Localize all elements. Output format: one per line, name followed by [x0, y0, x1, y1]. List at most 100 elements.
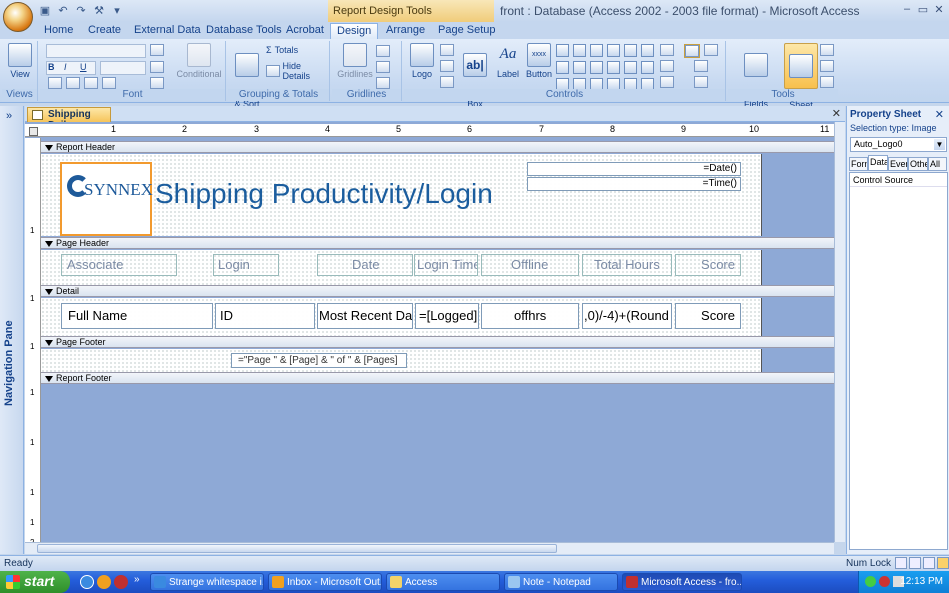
toggle-icon[interactable]: [590, 44, 603, 57]
chart-icon[interactable]: [624, 44, 637, 57]
font-color-button[interactable]: [150, 44, 164, 56]
tab-create[interactable]: Create: [82, 23, 127, 39]
rectangle-icon[interactable]: [573, 61, 586, 74]
property-row-control-source[interactable]: Control Source: [850, 173, 947, 187]
field-id[interactable]: ID: [215, 303, 315, 329]
format-painter-button[interactable]: [102, 77, 116, 89]
start-button[interactable]: start: [0, 571, 70, 593]
task-access-folder[interactable]: Access: [386, 573, 500, 591]
italic-button[interactable]: I: [64, 62, 67, 72]
task-inbox[interactable]: Inbox - Microsoft Out...: [268, 573, 382, 591]
report-header-area[interactable]: SYNNEX Shipping Productivity/Login =Date…: [41, 154, 762, 236]
label-total-hours[interactable]: Total Hours: [582, 254, 672, 276]
tab-acrobat[interactable]: Acrobat: [280, 23, 330, 39]
align-right-button[interactable]: [84, 77, 98, 89]
label-button[interactable]: Aa Label: [494, 43, 522, 79]
save-icon[interactable]: ▣: [38, 4, 52, 18]
font-name-combo[interactable]: [46, 44, 146, 58]
line-color-grid-button[interactable]: [376, 77, 390, 89]
date-time-button[interactable]: [440, 76, 454, 88]
gridlines-button[interactable]: Gridlines: [336, 43, 374, 79]
field-logged[interactable]: =[Logged]: [415, 303, 479, 329]
pointer-button[interactable]: [704, 44, 718, 56]
horizontal-scrollbar[interactable]: [25, 542, 834, 554]
task-microsoft-access[interactable]: Microsoft Access - fro...: [622, 573, 742, 591]
property-sheet-button[interactable]: Property Sheet: [784, 43, 819, 110]
view-code-button[interactable]: [820, 60, 834, 72]
navigation-pane[interactable]: » Navigation Pane: [0, 106, 24, 554]
label-login[interactable]: Login: [213, 254, 279, 276]
time-textbox[interactable]: =Time(): [527, 177, 741, 191]
task-notepad[interactable]: Note - Notepad: [504, 573, 618, 591]
totals-button[interactable]: Σ Totals: [266, 45, 298, 55]
activex-button[interactable]: [694, 76, 708, 88]
page-footer-area[interactable]: ="Page " & [Page] & " of " & [Pages]: [41, 349, 762, 372]
label-login-time[interactable]: Login Time: [414, 254, 478, 276]
office-button[interactable]: [3, 2, 33, 32]
tab-event[interactable]: Ever: [888, 157, 908, 171]
select-objects-button[interactable]: [684, 44, 700, 58]
hyperlink-icon[interactable]: [641, 61, 654, 74]
line-color-button[interactable]: [150, 77, 164, 89]
tab-control-icon[interactable]: [607, 44, 620, 57]
report-view-icon[interactable]: [895, 557, 907, 569]
list-box-icon[interactable]: [556, 61, 569, 74]
tab-all[interactable]: All: [928, 157, 947, 171]
image-icon[interactable]: [624, 61, 637, 74]
design-view-icon[interactable]: [937, 557, 949, 569]
undo-icon[interactable]: ↶: [56, 4, 70, 18]
hide-details-button[interactable]: Hide Details: [266, 61, 329, 81]
horizontal-scroll-thumb[interactable]: [37, 544, 557, 553]
object-selector[interactable]: Auto_Logo0 ▼: [850, 137, 947, 152]
security-icon[interactable]: [879, 576, 890, 587]
report-title[interactable]: Shipping Productivity/Login: [155, 178, 493, 210]
align-left-button[interactable]: [48, 77, 62, 89]
redo-icon[interactable]: ↷: [74, 4, 88, 18]
ruler-corner[interactable]: [29, 127, 38, 136]
document-close-icon[interactable]: ✕: [832, 107, 841, 120]
tab-format[interactable]: Forn: [849, 157, 868, 171]
subreport-icon[interactable]: [641, 44, 654, 57]
section-detail[interactable]: Detail: [41, 285, 834, 297]
property-sheet-close-icon[interactable]: ✕: [935, 108, 944, 121]
tab-external-data[interactable]: External Data: [128, 23, 207, 39]
logo-image[interactable]: SYNNEX: [60, 162, 153, 236]
tab-page-setup[interactable]: Page Setup: [432, 23, 502, 39]
control-wizards-button[interactable]: [694, 60, 708, 72]
detail-area[interactable]: Full Name ID Most Recent Dat =[Logged] o…: [41, 298, 762, 336]
field-most-recent-date[interactable]: Most Recent Dat: [317, 303, 413, 329]
section-page-header[interactable]: Page Header: [41, 237, 834, 249]
combo-box-icon[interactable]: [556, 44, 569, 57]
label-score[interactable]: Score: [675, 254, 741, 276]
field-score[interactable]: Score: [675, 303, 741, 329]
page-header-area[interactable]: Associate Login Date Login Time Offline …: [41, 250, 762, 285]
line-type-ctl-button[interactable]: [660, 60, 674, 72]
nav-expand-icon[interactable]: »: [6, 110, 12, 122]
ie-icon[interactable]: [80, 575, 94, 589]
align-center-button[interactable]: [66, 77, 80, 89]
code-button[interactable]: [820, 44, 834, 56]
chevron-down-icon[interactable]: ▼: [934, 139, 945, 150]
field-offhrs[interactable]: offhrs: [481, 303, 579, 329]
network-icon[interactable]: [865, 576, 876, 587]
tab-arrange[interactable]: Arrange: [380, 23, 431, 39]
line-thickness-button[interactable]: [376, 45, 390, 57]
tools-icon[interactable]: ⚒: [92, 4, 106, 18]
page-numbers-button[interactable]: [440, 60, 454, 72]
tab-data[interactable]: Data: [868, 155, 888, 171]
unbound-frame-icon[interactable]: [607, 61, 620, 74]
date-textbox[interactable]: =Date(): [527, 162, 741, 176]
tab-other[interactable]: Othe: [908, 157, 928, 171]
line-color-ctl-button[interactable]: [660, 76, 674, 88]
label-offline[interactable]: Offline: [481, 254, 579, 276]
section-page-footer[interactable]: Page Footer: [41, 336, 834, 348]
line-icon[interactable]: [573, 44, 586, 57]
label-associate[interactable]: Associate: [61, 254, 177, 276]
tab-database-tools[interactable]: Database Tools: [200, 23, 288, 39]
field-total-hours-expr[interactable]: ,0)/-4)+(Round: [582, 303, 672, 329]
tab-design[interactable]: Design: [330, 23, 379, 39]
line-thickness-ctl-button[interactable]: [660, 44, 674, 56]
section-report-header[interactable]: Report Header: [41, 141, 834, 153]
label-date[interactable]: Date: [317, 254, 413, 276]
close-button[interactable]: ✕: [930, 3, 948, 17]
